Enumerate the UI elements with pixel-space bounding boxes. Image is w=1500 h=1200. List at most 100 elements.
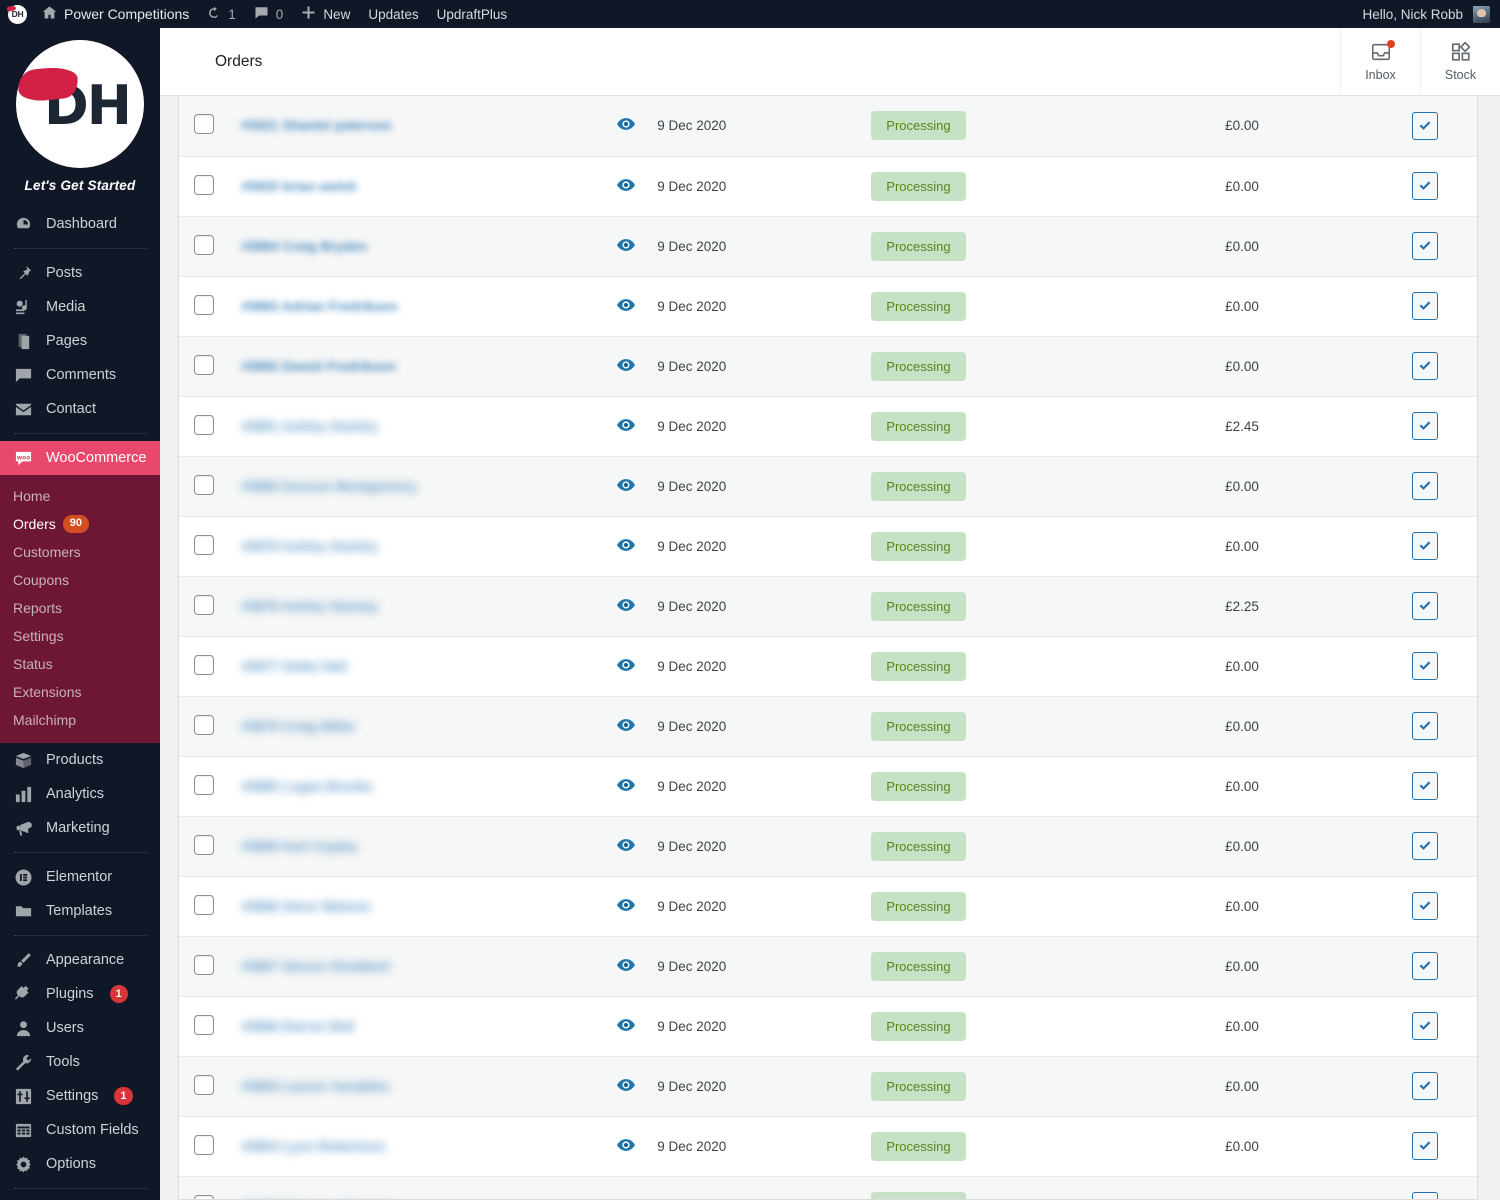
row-select-checkbox[interactable] [194,1134,215,1155]
submenu-item-orders[interactable]: Orders 90 [0,510,160,538]
order-link[interactable]: #5884 Craig Bryden [241,239,367,254]
order-link[interactable]: #5882 Daniel Fredriksen [241,359,396,374]
row-select-checkbox[interactable] [194,534,215,555]
stock-button[interactable]: Stock [1420,27,1500,96]
sidebar-item-contact[interactable]: Contact [0,392,160,426]
table-row[interactable]: #5866 Darren Bell 9 Dec 2020 Processing £0.… [179,996,1477,1057]
order-preview-icon[interactable] [616,898,635,914]
sidebar-item-elementor[interactable]: Elementor [0,860,160,894]
sidebar-item-analytics[interactable]: Analytics [0,777,160,811]
table-row[interactable]: #5879 Ashley Stanley 9 Dec 2020 Processing… [179,516,1477,577]
mark-complete-button[interactable] [1411,652,1438,680]
table-row[interactable]: #5869 Karl Copley 9 Dec 2020 Processing £0.… [179,816,1477,877]
row-select-checkbox[interactable] [194,894,215,915]
row-select-checkbox[interactable] [194,1014,215,1035]
sidebar-item-comments[interactable]: Comments [0,358,160,392]
mark-complete-button[interactable] [1411,832,1438,860]
row-select-checkbox[interactable] [194,234,215,255]
table-row[interactable]: #5884 Craig Bryden 9 Dec 2020 Processing £0… [179,216,1477,277]
order-link[interactable]: #5921 Shantel paterson [241,118,392,133]
sidebar-item-dashboard[interactable]: Dashboard [0,207,160,241]
table-row[interactable]: #5867 Steven Stoddard 9 Dec 2020 Processin… [179,936,1477,997]
sidebar-item-settings[interactable]: Settings 1 [0,1079,160,1113]
row-select-checkbox[interactable] [194,954,215,975]
new-content-menu[interactable]: New [292,0,359,28]
table-row[interactable]: #5881 Ashley Stanley 9 Dec 2020 Processing… [179,396,1477,457]
order-preview-icon[interactable] [616,538,635,554]
sidebar-item-options[interactable]: Options [0,1147,160,1181]
mark-complete-button[interactable] [1411,172,1438,200]
order-link[interactable]: #5869 Karl Copley [241,839,357,854]
mark-complete-button[interactable] [1411,712,1438,740]
submenu-item-extensions[interactable]: Extensions [0,678,160,706]
mark-complete-button[interactable] [1411,892,1438,920]
mark-complete-button[interactable] [1411,1132,1438,1160]
row-select-checkbox[interactable] [194,294,215,315]
order-link[interactable]: #5920 brian welsh [241,179,357,194]
order-preview-icon[interactable] [616,238,635,254]
sidebar-item-media[interactable]: Media [0,290,160,324]
order-link[interactable]: #5868 Steve Watson [241,899,370,914]
row-select-checkbox[interactable] [194,654,215,675]
table-row[interactable]: #5921 Shantel paterson 9 Dec 2020 Processi… [179,96,1477,157]
order-preview-icon[interactable] [616,478,635,494]
site-name-menu[interactable]: Power Competitions [33,0,198,28]
mark-complete-button[interactable] [1411,292,1438,320]
my-account-menu[interactable]: Hello, Nick Robb [1353,0,1465,28]
mark-complete-button[interactable] [1411,772,1438,800]
order-preview-icon[interactable] [616,958,635,974]
sidebar-item-templates[interactable]: Templates [0,894,160,928]
sidebar-item-woocommerce[interactable]: woo WooCommerce [0,441,160,475]
row-select-checkbox[interactable] [194,1194,215,1199]
order-link[interactable]: #5865 Lauren Venables [241,1079,390,1094]
mark-complete-button[interactable] [1411,1072,1438,1100]
order-link[interactable]: #5867 Steven Stoddard [241,959,390,974]
order-preview-icon[interactable] [616,358,635,374]
row-select-checkbox[interactable] [194,174,215,195]
table-row[interactable]: #5865 Lauren Venables 9 Dec 2020 Processin… [179,1056,1477,1117]
row-select-checkbox[interactable] [194,474,215,495]
submenu-item-mailchimp[interactable]: Mailchimp [0,706,160,734]
mark-complete-button[interactable] [1411,472,1438,500]
updraftplus-menu[interactable]: UpdraftPlus [428,0,517,28]
submenu-item-status[interactable]: Status [0,650,160,678]
mark-complete-button[interactable] [1411,952,1438,980]
table-row[interactable]: #5798 Stephen Shannon9 Dec 2020Processin… [179,1176,1477,1199]
order-link[interactable]: #5880 Duncan Montgomery [241,479,417,494]
sidebar-item-custom-fields[interactable]: Custom Fields [0,1113,160,1147]
order-link[interactable]: #5883 Adrian Fredriksen [241,299,397,314]
order-preview-icon[interactable] [616,1078,635,1094]
mark-complete-button[interactable] [1411,352,1438,380]
table-row[interactable]: #5880 Logan Brooks 9 Dec 2020 Processing £0… [179,756,1477,817]
order-link[interactable]: #5864 Lynn Robertson [241,1139,385,1154]
sidebar-item-products[interactable]: Products [0,743,160,777]
row-select-checkbox[interactable] [194,114,215,135]
submenu-item-settings[interactable]: Settings [0,622,160,650]
table-row[interactable]: #5882 Daniel Fredriksen 9 Dec 2020 Process… [179,336,1477,397]
row-select-checkbox[interactable] [194,414,215,435]
sidebar-item-appearance[interactable]: Appearance [0,943,160,977]
mark-complete-button[interactable] [1411,232,1438,260]
order-preview-icon[interactable] [616,838,635,854]
sidebar-item-pages[interactable]: Pages [0,324,160,358]
table-row[interactable]: #5876 Craig Miller 9 Dec 2020 Processing £0… [179,696,1477,757]
order-preview-icon[interactable] [616,778,635,794]
comments-menu[interactable]: 0 [245,0,293,28]
table-row[interactable]: #5864 Lynn Robertson 9 Dec 2020 Processing… [179,1116,1477,1177]
mark-complete-button[interactable] [1411,592,1438,620]
order-preview-icon[interactable] [616,598,635,614]
order-link[interactable]: #5879 Ashley Stanley [241,539,378,554]
sidebar-item-wp-security[interactable]: WP Security [0,1196,160,1200]
row-select-checkbox[interactable] [194,834,215,855]
submenu-item-coupons[interactable]: Coupons [0,566,160,594]
sidebar-item-users[interactable]: Users [0,1011,160,1045]
mark-complete-button[interactable] [1411,412,1438,440]
sidebar-item-posts[interactable]: Posts [0,256,160,290]
order-preview-icon[interactable] [616,418,635,434]
inbox-button[interactable]: Inbox [1340,27,1420,96]
order-preview-icon[interactable] [616,718,635,734]
revisions-menu[interactable]: 1 [198,0,245,28]
row-select-checkbox[interactable] [194,354,215,375]
order-preview-icon[interactable] [616,298,635,314]
sidebar-item-tools[interactable]: Tools [0,1045,160,1079]
